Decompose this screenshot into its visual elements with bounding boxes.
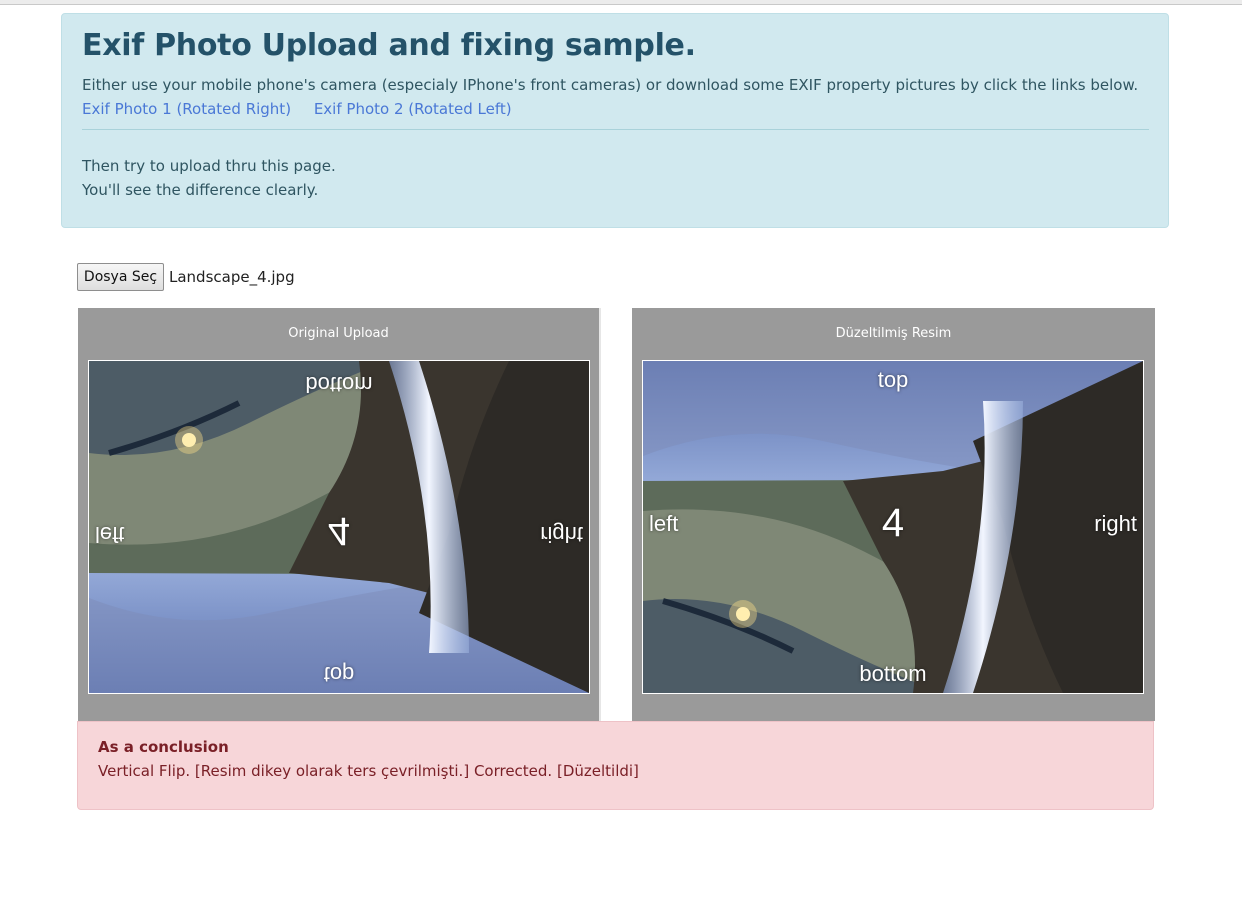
browser-top-edge: [0, 0, 1242, 5]
exif-photo-2-link[interactable]: Exif Photo 2 (Rotated Left): [314, 100, 512, 118]
fixed-image-title: Düzeltilmiş Resim: [835, 326, 952, 341]
label-center: 4: [327, 509, 351, 553]
flipped-label-layer: top bottom left right 4: [89, 361, 589, 693]
choose-file-button[interactable]: Dosya Seç: [77, 263, 164, 291]
original-upload-title: Original Upload: [288, 326, 389, 341]
instruction-text-1: Then try to upload thru this page.: [82, 157, 336, 175]
instruction-text-2: You'll see the difference clearly.: [82, 181, 319, 199]
label-bottom: bottom: [859, 661, 927, 686]
selected-file-name: Landscape_4.jpg: [169, 268, 295, 286]
page-title: Exif Photo Upload and fixing sample.: [82, 28, 696, 63]
info-jumbotron: Exif Photo Upload and fixing sample. Eit…: [61, 13, 1169, 228]
sample-links: Exif Photo 1 (Rotated Right) Exif Photo …: [82, 100, 530, 118]
label-top: top: [323, 662, 355, 687]
original-upload-image: top bottom left right 4: [88, 360, 590, 694]
fixed-image-panel: Düzeltilmiş Resim top bottom left right …: [632, 308, 1155, 721]
label-bottom: bottom: [305, 372, 373, 397]
conclusion-title: As a conclusion: [98, 738, 229, 756]
original-upload-panel: Original Upload top bottom left right 4: [78, 308, 601, 721]
intro-text: Either use your mobile phone's camera (e…: [82, 76, 1139, 94]
fixed-image: top bottom left right 4: [642, 360, 1144, 694]
label-center: 4: [881, 501, 905, 545]
label-top: top: [877, 367, 909, 392]
divider: [82, 129, 1149, 130]
conclusion-text: Vertical Flip. [Resim dikey olarak ters …: [98, 762, 639, 780]
conclusion-alert: As a conclusion Vertical Flip. [Resim di…: [77, 721, 1154, 810]
exif-photo-1-link[interactable]: Exif Photo 1 (Rotated Right): [82, 100, 291, 118]
